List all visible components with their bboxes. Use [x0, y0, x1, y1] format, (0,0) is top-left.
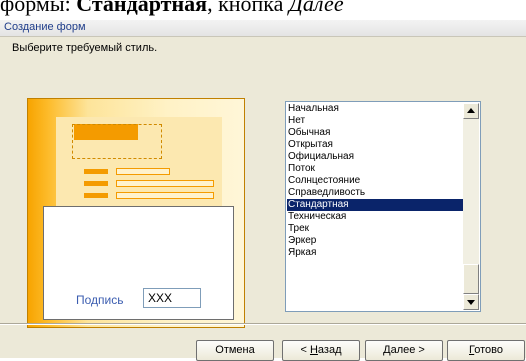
scroll-thumb[interactable]	[463, 264, 479, 294]
doc-text-bold: Стандартная	[76, 0, 208, 16]
style-list-item[interactable]: Поток	[287, 163, 464, 175]
style-list-item[interactable]: Справедливость	[287, 187, 464, 199]
doc-text-middle: , кнопка	[207, 0, 289, 16]
preview-selection-frame	[72, 124, 162, 159]
step-prompt: Выберите требуемый стиль.	[12, 42, 158, 54]
arrow-up-icon	[467, 108, 475, 113]
style-list-item[interactable]: Обычная	[287, 127, 464, 139]
next-button-label: алее >	[390, 344, 425, 356]
doc-text-prefix: формы:	[0, 0, 77, 16]
style-list-item[interactable]: Солнцестояние	[287, 175, 464, 187]
arrow-down-icon	[467, 300, 475, 305]
cancel-button-label: Отмена	[215, 344, 255, 356]
preview-sample-field: XXX	[143, 288, 201, 308]
style-list-item[interactable]: Эркер	[287, 235, 464, 247]
style-listbox[interactable]: Начальная Нет Обычная Открытая Официальная По…	[285, 101, 481, 312]
dialog-title: Создание форм	[4, 21, 86, 33]
style-preview: Подпись XXX	[27, 98, 245, 328]
style-list-item[interactable]: Нет	[287, 115, 464, 127]
scroll-down-button[interactable]	[463, 294, 479, 310]
preview-field-box	[116, 192, 214, 199]
scroll-up-button[interactable]	[463, 103, 479, 119]
footer-separator	[0, 323, 526, 325]
style-list-item[interactable]: Трек	[287, 223, 464, 235]
style-list-items: Начальная Нет Обычная Открытая Официальная По…	[287, 103, 464, 310]
preview-field-box	[116, 168, 170, 175]
preview-label-bar	[84, 193, 108, 198]
preview-caption: Подпись	[76, 293, 124, 307]
style-list-item[interactable]: Стандартная	[287, 199, 464, 211]
style-list-item[interactable]: Открытая	[287, 139, 464, 151]
style-list-item[interactable]: Техническая	[287, 211, 464, 223]
document-text-line: формы: Стандартная, кнопка Далее	[0, 0, 344, 17]
next-button-mnemonic: Д	[383, 344, 391, 356]
finish-button-label: отово	[474, 344, 503, 356]
style-list-item[interactable]: Яркая	[287, 247, 464, 259]
back-button-label: азад	[317, 344, 342, 356]
document-text-fragment: формы: Стандартная, кнопка Далее	[0, 0, 526, 20]
listbox-scrollbar[interactable]	[463, 103, 479, 310]
style-list-item[interactable]: Начальная	[287, 103, 464, 115]
preview-label-bar	[84, 181, 108, 186]
preview-label-bar	[84, 169, 108, 174]
doc-text-italic: Далее	[288, 0, 344, 16]
form-wizard-dialog: Создание форм Выберите требуемый стиль. …	[0, 20, 526, 361]
back-button-prefix: <	[300, 344, 310, 356]
preview-field-box	[116, 180, 214, 187]
back-button-mnemonic: Н	[309, 344, 318, 356]
preview-sample-card: Подпись XXX	[43, 206, 234, 320]
style-list-item[interactable]: Официальная	[287, 151, 464, 163]
dialog-titlebar: Создание форм	[0, 20, 526, 37]
